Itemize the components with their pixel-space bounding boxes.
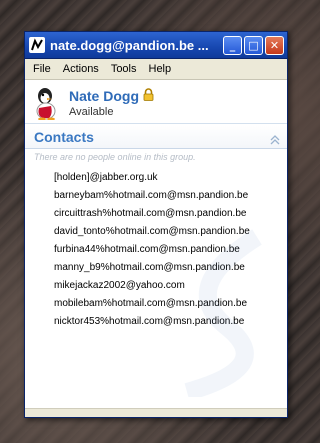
background-swirl-watermark	[184, 229, 262, 397]
title-bar[interactable]: nate.dogg@pandion.be ... _ □ ✕	[25, 32, 287, 59]
contact-item[interactable]: circuittrash%hotmail.com@msn.pandion.be	[54, 205, 287, 223]
group-title: Contacts	[34, 129, 94, 145]
window-title: nate.dogg@pandion.be ...	[50, 37, 209, 53]
menu-help[interactable]: Help	[143, 63, 178, 75]
group-header-contacts[interactable]: Contacts	[25, 126, 287, 149]
menu-tools[interactable]: Tools	[105, 63, 143, 75]
menu-bar: File Actions Tools Help	[25, 59, 287, 80]
presence-status[interactable]: Available	[69, 106, 154, 118]
penguin-avatar-icon[interactable]	[33, 86, 61, 121]
empty-group-message: There are no people online in this group…	[34, 152, 196, 162]
close-button[interactable]: ✕	[265, 35, 284, 55]
minimize-button[interactable]: _	[223, 35, 242, 55]
lock-icon	[143, 86, 154, 105]
user-name[interactable]: Nate Dogg	[69, 88, 139, 104]
profile-header: Nate Dogg Available	[25, 80, 287, 124]
menu-actions[interactable]: Actions	[57, 63, 105, 75]
contact-item[interactable]: [holden]@jabber.org.uk	[54, 169, 287, 187]
maximize-button[interactable]: □	[244, 35, 263, 55]
menu-file[interactable]: File	[27, 63, 57, 75]
pandion-logo-icon	[29, 37, 45, 53]
main-window: nate.dogg@pandion.be ... _ □ ✕ File Acti…	[24, 31, 288, 418]
status-bar	[25, 408, 287, 417]
name-row: Nate Dogg	[69, 86, 154, 105]
contact-item[interactable]: barneybam%hotmail.com@msn.pandion.be	[54, 187, 287, 205]
profile-info: Nate Dogg Available	[69, 86, 154, 118]
collapse-chevron-icon[interactable]	[269, 131, 281, 145]
